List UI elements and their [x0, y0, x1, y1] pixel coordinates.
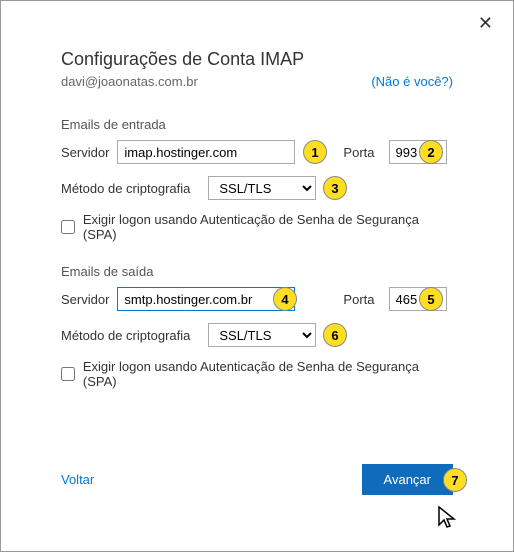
- imap-settings-dialog: ✕ Configurações de Conta IMAP davi@joaon…: [0, 0, 514, 552]
- outgoing-server-row: Servidor 4 Porta 5: [61, 287, 453, 311]
- email-line: davi@joaonatas.com.br (Não é você?): [61, 74, 453, 89]
- incoming-spa-label: Exigir logon usando Autenticação de Senh…: [83, 212, 453, 242]
- annotation-badge-4: 4: [273, 287, 297, 311]
- incoming-spa-checkbox[interactable]: [61, 220, 75, 234]
- dialog-footer: Voltar Avançar 7: [61, 464, 453, 495]
- outgoing-server-input[interactable]: [117, 287, 295, 311]
- outgoing-spa-row: Exigir logon usando Autenticação de Senh…: [61, 359, 453, 389]
- outgoing-encryption-row: Método de criptografia SSL/TLS 6: [61, 323, 453, 347]
- not-you-link[interactable]: (Não é você?): [371, 74, 453, 89]
- annotation-badge-7: 7: [443, 468, 467, 492]
- annotation-badge-1: 1: [303, 140, 327, 164]
- incoming-port-label: Porta: [343, 145, 374, 160]
- incoming-server-label: Servidor: [61, 145, 109, 160]
- incoming-server-input[interactable]: [117, 140, 295, 164]
- outgoing-spa-checkbox[interactable]: [61, 367, 75, 381]
- advance-wrapper: Avançar 7: [362, 464, 453, 495]
- dialog-title: Configurações de Conta IMAP: [61, 49, 453, 70]
- email-address: davi@joaonatas.com.br: [61, 74, 198, 89]
- advance-button[interactable]: Avançar: [362, 464, 453, 495]
- outgoing-spa-label: Exigir logon usando Autenticação de Senh…: [83, 359, 453, 389]
- outgoing-server-label: Servidor: [61, 292, 109, 307]
- annotation-badge-2: 2: [419, 140, 443, 164]
- outgoing-section-label: Emails de saída: [61, 264, 453, 279]
- close-icon: ✕: [478, 13, 493, 33]
- incoming-server-row: Servidor 1 Porta 2: [61, 140, 453, 164]
- incoming-encryption-label: Método de criptografia: [61, 181, 190, 196]
- cursor-icon: [437, 505, 457, 531]
- incoming-encryption-row: Método de criptografia SSL/TLS 3: [61, 176, 453, 200]
- annotation-badge-3: 3: [323, 176, 347, 200]
- incoming-spa-row: Exigir logon usando Autenticação de Senh…: [61, 212, 453, 242]
- outgoing-encryption-select[interactable]: SSL/TLS: [208, 323, 316, 347]
- close-button[interactable]: ✕: [470, 9, 501, 38]
- incoming-encryption-select[interactable]: SSL/TLS: [208, 176, 316, 200]
- dialog-content: Configurações de Conta IMAP davi@joaonat…: [1, 1, 513, 389]
- annotation-badge-6: 6: [323, 323, 347, 347]
- back-link[interactable]: Voltar: [61, 472, 94, 487]
- outgoing-encryption-label: Método de criptografia: [61, 328, 190, 343]
- incoming-section-label: Emails de entrada: [61, 117, 453, 132]
- outgoing-port-label: Porta: [343, 292, 374, 307]
- annotation-badge-5: 5: [419, 287, 443, 311]
